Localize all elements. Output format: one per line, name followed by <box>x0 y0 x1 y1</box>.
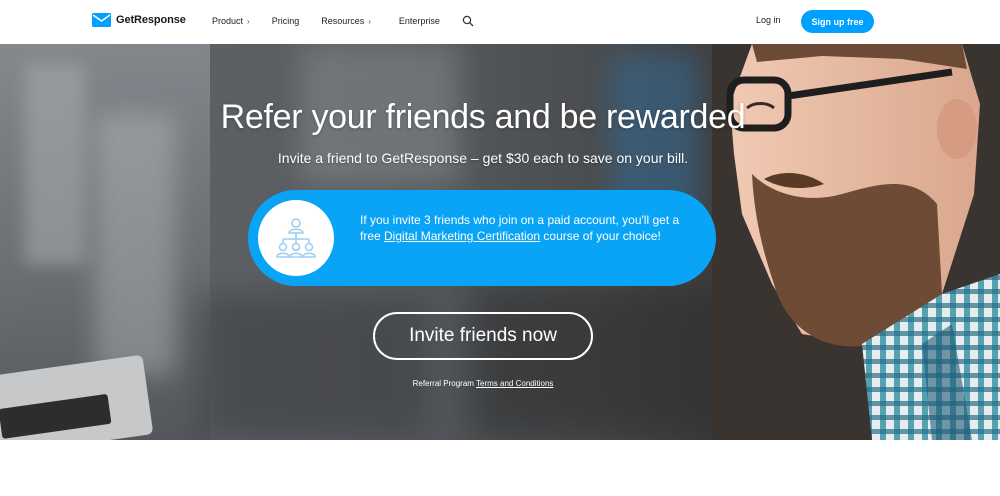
nav-resources-label: Resources <box>321 16 365 26</box>
search-icon[interactable] <box>462 15 474 27</box>
background-blur <box>470 284 750 440</box>
nav-product-label: Product <box>212 16 244 26</box>
nav-pricing[interactable]: Pricing <box>272 16 300 26</box>
logo-text: GetResponse <box>116 14 186 26</box>
referral-text-end: course of your choice! <box>540 229 661 243</box>
referral-icon-circle <box>258 200 334 276</box>
nav-product[interactable]: Product › <box>212 16 250 26</box>
certification-link[interactable]: Digital Marketing Certification <box>384 229 540 243</box>
hero-section: Refer your friends and be rewarded Invit… <box>0 44 1000 440</box>
hero-subtitle: Invite a friend to GetResponse – get $30… <box>277 150 689 166</box>
terms-link[interactable]: Terms and Conditions <box>476 379 553 388</box>
referral-info-banner: If you invite 3 friends who join on a pa… <box>248 190 716 286</box>
chevron-right-icon: › <box>247 16 250 26</box>
hero-title: Refer your friends and be rewarded <box>220 98 746 136</box>
nav-resources[interactable]: Resources › <box>321 16 371 26</box>
nav-pricing-label: Pricing <box>271 16 300 26</box>
login-link[interactable]: Log in <box>756 15 781 25</box>
signup-button[interactable]: Sign up free <box>801 10 874 33</box>
nav-enterprise-label: Enterprise <box>398 16 440 26</box>
nav-enterprise[interactable]: Enterprise <box>399 16 440 26</box>
referral-info-text: If you invite 3 friends who join on a pa… <box>360 212 700 244</box>
getresponse-logo[interactable]: GetResponse <box>92 13 186 27</box>
top-navbar: GetResponse Product › Pricing Resources … <box>0 0 1000 44</box>
terms-line: Referral Program Terms and Conditions <box>0 379 966 388</box>
mail-logo-icon <box>92 13 111 27</box>
referral-tree-icon <box>276 218 316 258</box>
chevron-right-icon: › <box>368 16 371 26</box>
nav-links: Product › Pricing Resources › Enterprise <box>212 15 474 27</box>
terms-prefix: Referral Program <box>412 379 477 388</box>
invite-friends-button[interactable]: Invite friends now <box>373 312 593 360</box>
